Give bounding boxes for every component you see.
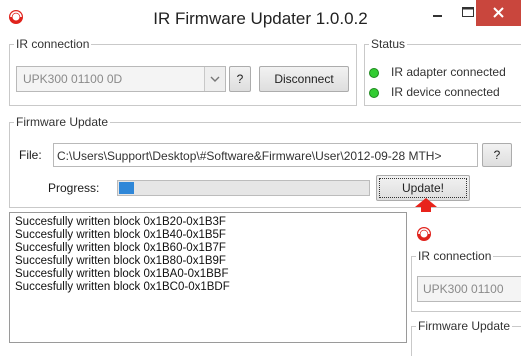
overlay-port-select[interactable]: UPK300 01100 — [417, 276, 521, 302]
disconnect-label: Disconnect — [274, 72, 334, 86]
overlay-firmware-update-group: Firmware Update — [411, 319, 521, 356]
progress-label: Progress: — [48, 181, 100, 195]
status-legend: Status — [369, 37, 408, 51]
log-line: Succesfully written block 0x1B80-0x1B9F — [15, 255, 226, 267]
connection-help-label: ? — [236, 72, 244, 86]
minimize-icon — [433, 15, 442, 17]
minimize-button[interactable] — [423, 0, 453, 26]
title-bar: IR Firmware Updater 1.0.0.2 — [0, 0, 521, 36]
connection-help-button[interactable]: ? — [229, 66, 251, 92]
log-output[interactable]: Succesfully written block 0x1B20-0x1B3F … — [9, 212, 407, 343]
device-status-text: IR device connected — [391, 85, 500, 99]
updater-logo-icon — [417, 227, 431, 241]
close-icon — [493, 7, 504, 18]
log-line: Succesfully written block 0x1B40-0x1B5F — [15, 229, 226, 241]
dropdown-button[interactable] — [204, 67, 225, 91]
firmware-update-legend: Firmware Update — [14, 115, 111, 129]
log-line: Succesfully written block 0x1BA0-0x1BBF — [15, 268, 229, 280]
ir-connection-legend: IR connection — [14, 37, 92, 51]
log-line: Succesfully written block 0x1B20-0x1B3F — [15, 216, 226, 228]
close-button[interactable] — [476, 0, 521, 26]
port-select[interactable]: UPK300 01100 0D — [16, 66, 226, 92]
update-label: Update! — [401, 181, 445, 195]
port-select-value: UPK300 01100 0D — [23, 72, 123, 86]
firmware-file-path-value: C:\Users\Support\Desktop\#Software&Firmw… — [57, 149, 442, 163]
chevron-down-icon — [210, 76, 220, 82]
browse-help-button[interactable]: ? — [482, 143, 512, 167]
firmware-file-path-input[interactable]: C:\Users\Support\Desktop\#Software&Firmw… — [53, 143, 478, 167]
log-line: Succesfully written block 0x1B60-0x1B7F — [15, 242, 226, 254]
overlay-firmware-update-legend: Firmware Update — [416, 319, 513, 333]
progress-bar — [117, 180, 370, 196]
file-label: File: — [19, 148, 42, 162]
second-updater-window: IR connection UPK300 01100 Firmware Upda… — [408, 212, 521, 356]
log-line: Succesfully written block 0x1BC0-0x1BDF — [15, 281, 230, 293]
overlay-ir-connection-legend: IR connection — [416, 249, 494, 263]
progress-bar-fill — [119, 182, 134, 194]
overlay-port-value: UPK300 01100 — [423, 282, 504, 296]
device-status-led — [369, 88, 379, 98]
browse-help-label: ? — [493, 148, 501, 162]
adapter-status-led — [369, 68, 379, 78]
adapter-status-text: IR adapter connected — [391, 65, 506, 79]
disconnect-button[interactable]: Disconnect — [259, 66, 349, 92]
